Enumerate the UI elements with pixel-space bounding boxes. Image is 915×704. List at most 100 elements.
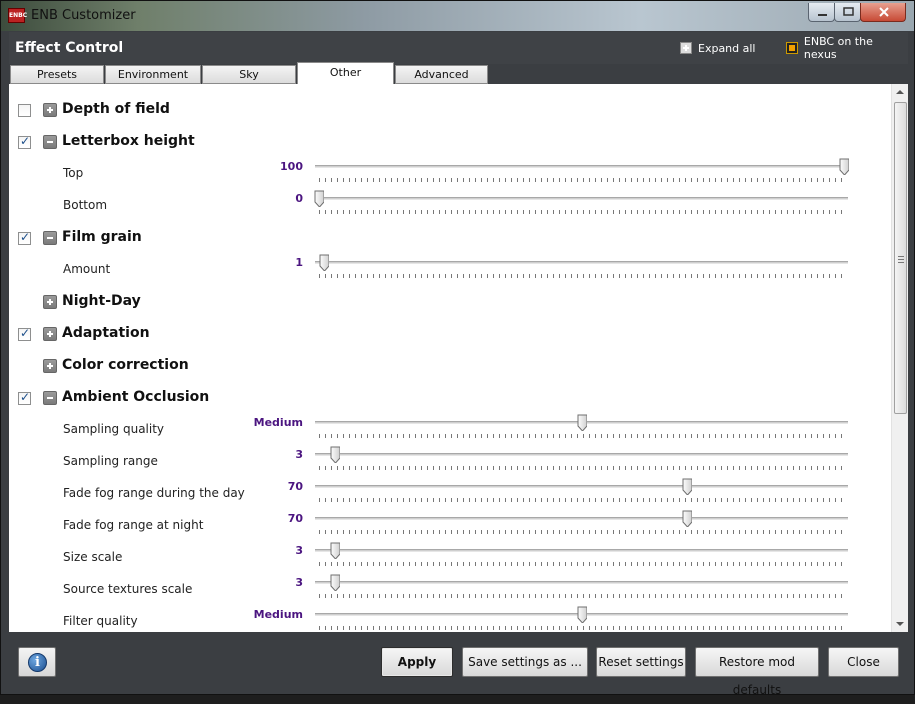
section-enable-checkbox[interactable] xyxy=(18,230,31,245)
settings-panel: Depth of field Letterbox height Top 100 Bott… xyxy=(9,84,908,632)
parameter-row: Source textures scale 3 xyxy=(9,573,889,605)
expand-icon[interactable] xyxy=(43,359,57,373)
section-enable-checkbox[interactable] xyxy=(18,104,31,117)
parameter-label: Sampling quality xyxy=(63,422,165,436)
expand-icon[interactable] xyxy=(43,295,57,309)
section-row: Ambient Occlusion xyxy=(9,381,889,413)
minimize-button[interactable] xyxy=(808,3,835,22)
slider-thumb[interactable] xyxy=(577,606,587,623)
slider-ticks xyxy=(319,562,845,566)
section-row: Depth of field xyxy=(9,93,889,125)
slider-thumb[interactable] xyxy=(682,510,692,527)
slider-ticks xyxy=(319,210,845,214)
page-title: Effect Control xyxy=(15,40,124,56)
collapse-icon[interactable] xyxy=(43,231,57,245)
slider-track[interactable] xyxy=(315,165,848,168)
section-title[interactable]: Night-Day xyxy=(62,293,141,309)
section-row: Film grain xyxy=(9,221,889,253)
vertical-scrollbar[interactable] xyxy=(891,84,908,632)
section-title[interactable]: Letterbox height xyxy=(62,133,195,149)
parameter-value: 3 xyxy=(295,576,303,589)
scroll-thumb[interactable] xyxy=(894,102,907,414)
slider-ticks xyxy=(319,178,845,182)
slider-thumb[interactable] xyxy=(330,542,340,559)
expand-icon[interactable] xyxy=(43,103,57,117)
save-settings-as-button[interactable]: Save settings as ... xyxy=(462,647,588,677)
tab-sky[interactable]: Sky xyxy=(202,65,296,84)
slider-thumb[interactable] xyxy=(577,414,587,431)
slider-thumb[interactable] xyxy=(319,254,330,271)
parameter-label: Top xyxy=(63,166,84,180)
slider-thumb[interactable] xyxy=(330,574,340,591)
parameter-label: Fade fog range during the day xyxy=(63,486,245,500)
collapse-icon[interactable] xyxy=(43,391,57,405)
section-title[interactable]: Adaptation xyxy=(62,325,150,341)
slider-track[interactable] xyxy=(315,549,848,552)
slider-thumb[interactable] xyxy=(330,446,340,463)
parameter-value: 0 xyxy=(295,192,303,205)
expand-all-link[interactable]: Expand all xyxy=(680,41,756,55)
section-row: Letterbox height xyxy=(9,125,889,157)
app-window: ENBC ENB Customizer Effect Control Expan… xyxy=(0,0,915,697)
section-row: Adaptation xyxy=(9,317,889,349)
close-window-button[interactable] xyxy=(860,3,906,22)
parameter-label: Source textures scale xyxy=(63,582,193,596)
window-title: ENB Customizer xyxy=(31,8,136,23)
grip-icon xyxy=(898,256,904,263)
section-enable-checkbox[interactable] xyxy=(18,326,31,341)
slider-ticks xyxy=(319,274,845,278)
expand-icon[interactable] xyxy=(43,327,57,341)
slider-track[interactable] xyxy=(315,197,848,200)
tab-environment[interactable]: Environment xyxy=(105,65,201,84)
parameter-label: Amount xyxy=(63,262,111,276)
slider-ticks xyxy=(319,626,845,630)
tab-presets[interactable]: Presets xyxy=(10,65,104,84)
scroll-down-icon[interactable] xyxy=(896,622,904,626)
parameter-row: Bottom 0 xyxy=(9,189,889,221)
section-enable-checkbox[interactable] xyxy=(18,390,31,405)
slider-track[interactable] xyxy=(315,453,848,456)
info-button[interactable]: i xyxy=(18,647,56,677)
slider-track[interactable] xyxy=(315,485,848,488)
collapse-icon[interactable] xyxy=(43,135,57,149)
slider-track[interactable] xyxy=(315,517,848,520)
maximize-button[interactable] xyxy=(834,3,861,22)
slider-ticks xyxy=(319,498,845,502)
nexus-link[interactable]: ENBC on the nexus xyxy=(786,35,908,61)
parameter-label: Bottom xyxy=(63,198,108,212)
close-button[interactable]: Close xyxy=(828,647,899,677)
parameter-row: Sampling quality Medium xyxy=(9,413,889,445)
parameter-value: Medium xyxy=(253,416,303,429)
reset-settings-button[interactable]: Reset settings xyxy=(596,647,686,677)
slider-ticks xyxy=(319,530,845,534)
section-title[interactable]: Ambient Occlusion xyxy=(62,389,209,405)
tab-other[interactable]: Other xyxy=(297,62,394,84)
slider-track[interactable] xyxy=(315,261,848,264)
slider-thumb[interactable] xyxy=(839,158,849,175)
slider-thumb[interactable] xyxy=(682,478,692,495)
restore-mod-defaults-button[interactable]: Restore mod defaults xyxy=(695,647,819,697)
parameter-label: Sampling range xyxy=(63,454,158,468)
section-enable-checkbox[interactable] xyxy=(18,134,31,149)
footer-bar: i Apply Save settings as ... Reset setti… xyxy=(9,632,908,697)
app-icon: ENBC xyxy=(8,8,27,23)
info-icon: i xyxy=(28,653,47,672)
title-bar[interactable]: ENBC ENB Customizer xyxy=(1,1,914,31)
apply-button[interactable]: Apply xyxy=(381,647,453,677)
section-title[interactable]: Depth of field xyxy=(62,101,170,117)
parameter-row: Sampling range 3 xyxy=(9,445,889,477)
slider-ticks xyxy=(319,434,845,438)
slider-track[interactable] xyxy=(315,581,848,584)
section-title[interactable]: Color correction xyxy=(62,357,189,373)
slider-ticks xyxy=(319,466,845,470)
section-title[interactable]: Film grain xyxy=(62,229,142,245)
tab-advanced[interactable]: Advanced xyxy=(395,65,488,84)
minimize-icon xyxy=(818,14,827,16)
parameter-row: Fade fog range during the day 70 xyxy=(9,477,889,509)
parameter-value: 70 xyxy=(287,480,303,493)
slider-thumb[interactable] xyxy=(314,190,324,207)
section-row: Night-Day xyxy=(9,285,889,317)
scroll-up-icon[interactable] xyxy=(896,90,904,94)
parameter-value: 70 xyxy=(287,512,303,525)
expand-all-label: Expand all xyxy=(698,41,756,55)
